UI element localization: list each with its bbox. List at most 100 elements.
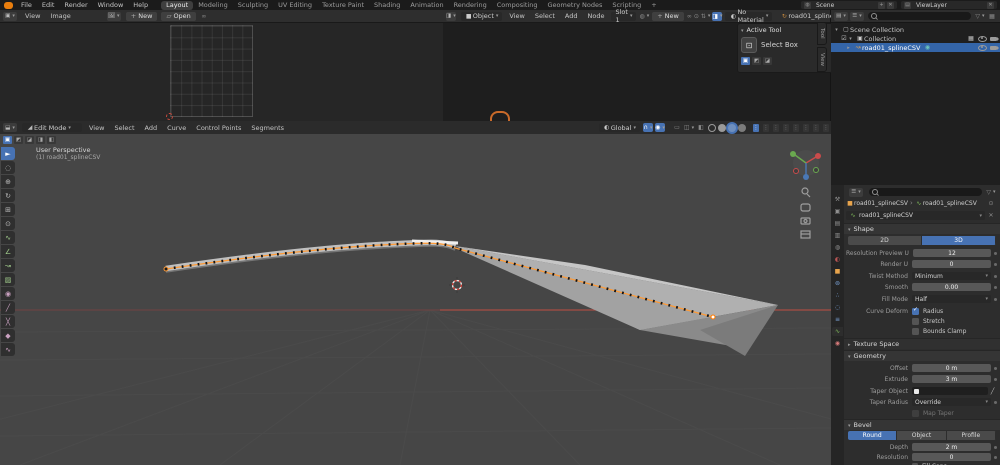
vp-menu-curve[interactable]: Curve [162, 124, 191, 132]
tool-cursor[interactable]: ◌ [1, 161, 15, 174]
link-icon[interactable]: ∞ [687, 12, 692, 21]
vp-menu-segments[interactable]: Segments [246, 124, 289, 132]
editor-type-icon[interactable]: ⬓ [3, 123, 17, 132]
map-taper-checkbox[interactable] [912, 410, 919, 417]
tab-world[interactable]: ◐ [832, 255, 843, 264]
mode-dropdown[interactable]: ◢Edit Mode [22, 123, 82, 132]
tool-rotate[interactable]: ↻ [1, 189, 15, 202]
bevel-depth-field[interactable]: 2 m [912, 443, 991, 451]
tool-scale[interactable]: ⊞ [1, 203, 15, 216]
workspace-tab-rendering[interactable]: Rendering [449, 1, 492, 10]
open-image-button[interactable]: ▱Open [161, 12, 195, 21]
disable-render-icon[interactable] [990, 46, 997, 50]
hide-eye-icon[interactable] [978, 36, 987, 42]
image-browse-icon[interactable]: 🖼 [107, 12, 121, 21]
fill-mode-dropdown[interactable]: Half [912, 295, 991, 303]
editor-type-icon[interactable]: ▣ [3, 12, 17, 21]
vp-menu-view[interactable]: View [84, 124, 109, 132]
eyedropper-icon[interactable]: ╱ [988, 387, 997, 395]
uv-2d-cursor[interactable] [166, 113, 173, 120]
animate-dot-icon[interactable] [994, 275, 997, 278]
uv-grid[interactable] [170, 25, 253, 117]
axis-y-handle[interactable] [790, 151, 796, 157]
select-new-icon[interactable]: ▣ [3, 136, 12, 144]
breadcrumb-object[interactable]: road01_splineCSV [854, 200, 908, 207]
header-extra-icon[interactable]: ⋮ [783, 124, 789, 132]
workspace-tab-shading[interactable]: Shading [369, 1, 405, 10]
select-mode-extend-icon[interactable]: ◩ [752, 57, 761, 65]
select-mode-new-icon[interactable]: ▣ [741, 57, 750, 65]
animate-dot-icon[interactable] [994, 263, 997, 266]
vp-menu-add[interactable]: Add [140, 124, 163, 132]
show-gizmos-icon[interactable]: ▭ [672, 123, 682, 132]
editor-type-icon[interactable]: ☰ [849, 188, 863, 197]
panel-header-geometry[interactable]: Geometry [844, 350, 1000, 361]
shading-solid-icon[interactable] [718, 124, 726, 132]
outliner-row-scene-collection[interactable]: ▢ Scene Collection [831, 25, 1000, 34]
move-view-icon[interactable] [801, 204, 810, 211]
shading-wireframe-icon[interactable] [708, 124, 716, 132]
snapping-icon[interactable]: ∩ [643, 123, 653, 132]
tool-extrude[interactable]: ◉ [1, 287, 15, 300]
hide-eye-icon[interactable] [978, 45, 987, 51]
workspace-tab-sculpting[interactable]: Sculpting [233, 1, 273, 10]
image-menu-image[interactable]: Image [45, 12, 75, 20]
tool-randomize[interactable]: ∿ [1, 343, 15, 356]
workspace-tab-compositing[interactable]: Compositing [492, 1, 543, 10]
panel-header-texture-space[interactable]: Texture Space [844, 338, 1000, 349]
tab-view-layer[interactable]: ▥ [832, 231, 843, 240]
curve-object-mesh[interactable] [166, 241, 778, 356]
panel-header-shape[interactable]: Shape [844, 223, 1000, 234]
new-scene-icon[interactable]: + [878, 2, 885, 9]
tool-shear[interactable]: ◆ [1, 329, 15, 342]
animate-dot-icon[interactable] [994, 298, 997, 301]
proportional-editing-icon[interactable]: ◉ [655, 123, 665, 132]
expand-icon[interactable] [834, 26, 842, 33]
dimension-2d-button[interactable]: 2D [848, 236, 922, 245]
selectable-icon[interactable]: ▦ [967, 35, 975, 42]
vp-menu-select[interactable]: Select [109, 124, 139, 132]
dimension-3d-button[interactable]: 3D [922, 236, 996, 245]
parent-filter-icon[interactable]: ⇅ [701, 12, 711, 21]
tab-tool[interactable]: ⚒ [832, 195, 843, 204]
tab-output[interactable]: ▤ [832, 219, 843, 228]
menu-render[interactable]: Render [59, 1, 92, 9]
select-mode-subtract-icon[interactable]: ◪ [763, 57, 772, 65]
datablock-name-field[interactable]: ∿ road01_splineCSV [846, 211, 985, 220]
tool-annotate[interactable]: ∿ [1, 231, 15, 244]
zoom-icon[interactable] [802, 188, 810, 197]
select-intersect-icon[interactable]: ◧ [47, 136, 56, 144]
shading-rendered-icon[interactable] [738, 124, 746, 132]
breadcrumb-data[interactable]: road01_splineCSV [923, 200, 977, 207]
header-extra-icon[interactable]: ⋮ [763, 124, 769, 132]
node-menu-add[interactable]: Add [560, 12, 583, 20]
menu-help[interactable]: Help [128, 1, 153, 9]
sidebar-tab-view[interactable]: View [817, 47, 827, 72]
bevel-round-button[interactable]: Round [848, 431, 897, 440]
workspace-tab-geometry-nodes[interactable]: Geometry Nodes [543, 1, 608, 10]
properties-search-input[interactable] [869, 188, 982, 196]
perspective-toggle-icon[interactable] [801, 231, 810, 238]
tab-object[interactable]: ■ [832, 267, 843, 276]
outliner-row-object[interactable]: ↝ road01_splineCSV ◉ [831, 43, 1000, 52]
scene-selector[interactable]: ◍ Scene + ✕ [801, 1, 897, 9]
remove-view-layer-icon[interactable]: ✕ [987, 2, 994, 9]
animate-dot-icon[interactable] [994, 252, 997, 255]
link-icon[interactable]: ∞ [199, 12, 209, 21]
tab-modifiers[interactable]: ⊚ [832, 279, 843, 288]
tool-measure[interactable]: ∠ [1, 245, 15, 258]
radius-checkbox[interactable] [912, 308, 919, 315]
animate-dot-icon[interactable] [994, 367, 997, 370]
tool-select-box[interactable]: ► [1, 147, 15, 160]
browse-material-icon[interactable]: ◍ [639, 12, 649, 21]
node-menu-select[interactable]: Select [530, 12, 560, 20]
vp-menu-control-points[interactable]: Control Points [191, 124, 246, 132]
select-extend-icon[interactable]: ◩ [14, 136, 23, 144]
camera-view-icon[interactable] [801, 218, 810, 224]
bevel-object-button[interactable]: Object [897, 431, 946, 440]
tab-render[interactable]: ▣ [832, 207, 843, 216]
tool-tilt[interactable]: ╳ [1, 315, 15, 328]
resolution-preview-u-field[interactable]: 12 [913, 249, 991, 257]
new-image-button[interactable]: +New [126, 12, 158, 21]
node-menu-node[interactable]: Node [583, 12, 610, 20]
